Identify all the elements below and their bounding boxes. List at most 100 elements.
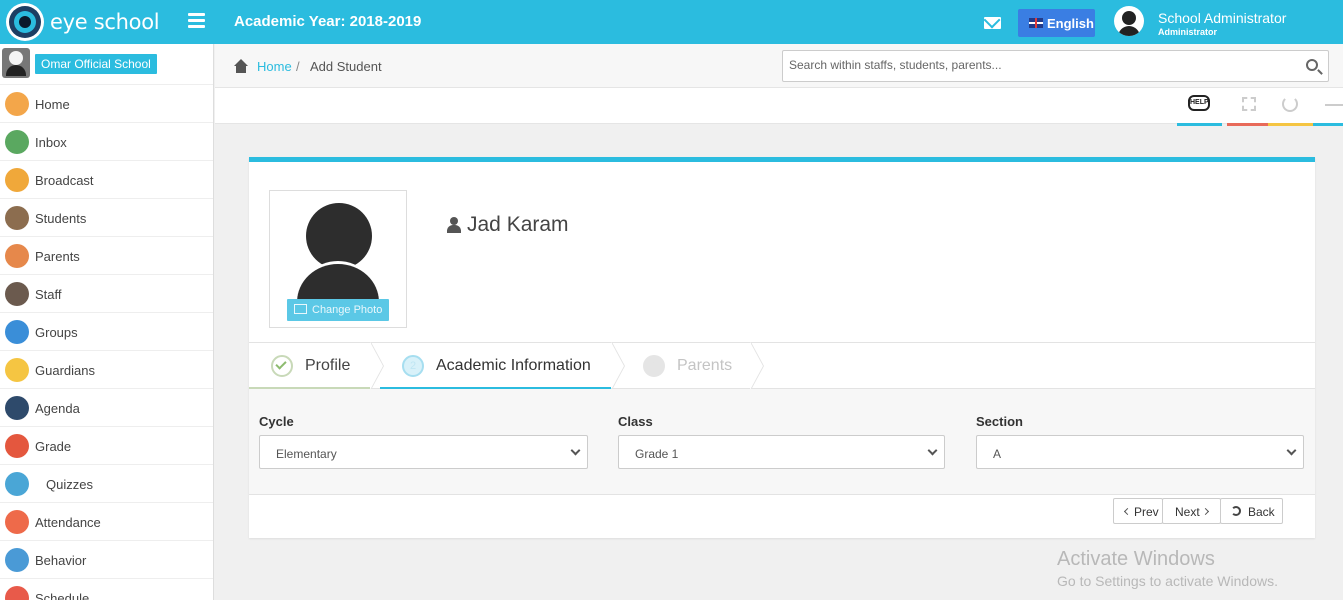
quizzes-icon: [5, 472, 29, 496]
attendance-icon: [5, 510, 29, 534]
eye-school-logo[interactable]: [6, 3, 44, 41]
chevron-down-icon: [1286, 445, 1297, 456]
change-photo-button[interactable]: Change Photo: [287, 299, 389, 321]
sidebar-item-behavior[interactable]: Behavior: [0, 541, 213, 579]
sidebar-item-guardians[interactable]: Guardians: [0, 351, 213, 389]
sidebar-item-staff[interactable]: Staff: [0, 275, 213, 313]
sidebar-item-groups[interactable]: Groups: [0, 313, 213, 351]
sidebar-item-label: Behavior: [35, 553, 87, 568]
sidebar-item-label: Students: [35, 211, 87, 226]
inbox-icon: [5, 130, 29, 154]
step-label: Parents: [677, 357, 733, 374]
fullscreen-button[interactable]: [1227, 88, 1272, 126]
chevron-down-icon: [927, 445, 938, 456]
logo-pupil: [19, 16, 31, 28]
sidebar-item-label: Staff: [35, 287, 62, 302]
breadcrumb: Home / Add Student: [215, 44, 1343, 88]
class-select[interactable]: Grade 1: [618, 435, 945, 469]
school-row: Omar Official School: [0, 44, 213, 85]
cycle-select[interactable]: Elementary: [259, 435, 588, 469]
behavior-icon: [5, 548, 29, 572]
wizard-steps: Profile 2 Academic Information 3 Parents: [249, 342, 1315, 390]
undo-icon: [1231, 506, 1241, 516]
school-name-badge[interactable]: Omar Official School: [35, 54, 157, 74]
class-value: Grade 1: [635, 447, 679, 461]
step-parents[interactable]: 3 Parents: [621, 343, 751, 388]
sidebar-item-inbox[interactable]: Inbox: [0, 123, 213, 161]
sidebar-item-label: Broadcast: [35, 173, 94, 188]
sidebar-item-schedule[interactable]: Schedule: [0, 579, 213, 600]
sidebar-item-label: Schedule: [35, 591, 90, 600]
user-avatar[interactable]: [1114, 6, 1144, 36]
search-input[interactable]: [789, 58, 1289, 72]
breadcrumb-current: Add Student: [310, 59, 382, 74]
change-photo-label: Change Photo: [312, 304, 383, 316]
sidebar-item-quizzes[interactable]: Quizzes: [0, 465, 213, 503]
menu-toggle-icon[interactable]: [188, 13, 205, 28]
academic-year: Academic Year: 2018-2019: [234, 13, 422, 30]
prev-button[interactable]: Prev: [1113, 498, 1163, 524]
sidebar-item-label: Home: [35, 97, 70, 112]
add-student-card: Change Photo Jad Karam Profile 2 Academi…: [249, 157, 1315, 538]
width-toggle-button[interactable]: [1313, 88, 1343, 126]
sidebar-item-label: Grade: [35, 439, 72, 454]
next-button[interactable]: Next: [1162, 498, 1221, 524]
sidebar-item-label: Inbox: [35, 135, 67, 150]
sidebar-item-parents[interactable]: Parents: [0, 237, 213, 275]
refresh-button[interactable]: [1268, 88, 1313, 126]
home-icon[interactable]: [233, 59, 249, 73]
chevron-left-icon: [1123, 507, 1132, 516]
guardians-icon: [5, 358, 29, 382]
arrows-horizontal-icon: [1325, 104, 1343, 106]
language-button[interactable]: English: [1018, 9, 1095, 37]
back-button[interactable]: Back: [1220, 498, 1283, 524]
breadcrumb-home-link[interactable]: Home: [257, 59, 292, 74]
chevron-down-icon: [570, 445, 581, 456]
sidebar-item-label: Groups: [35, 325, 78, 340]
sidebar-item-broadcast[interactable]: Broadcast: [0, 161, 213, 199]
sidebar-nav: Home Inbox Broadcast Students Parents Staff Gr…: [0, 85, 213, 600]
step-label: Profile: [305, 357, 351, 374]
agenda-icon: [5, 396, 29, 420]
search-box: [782, 50, 1329, 82]
search-icon[interactable]: [1306, 59, 1318, 71]
home-icon: [5, 92, 29, 116]
user-role: Administrator: [1158, 27, 1218, 37]
user-name[interactable]: School Administrator: [1158, 10, 1286, 26]
sidebar-item-attendance[interactable]: Attendance: [0, 503, 213, 541]
sidebar: Omar Official School Home Inbox Broadcast S…: [0, 44, 214, 600]
sidebar-item-home[interactable]: Home: [0, 85, 213, 123]
step-academic-information[interactable]: 2 Academic Information: [380, 343, 612, 389]
sidebar-item-grade[interactable]: Grade: [0, 427, 213, 465]
page-toolbar: HELP: [215, 88, 1343, 126]
expand-icon: [1242, 97, 1256, 111]
step-profile[interactable]: Profile: [249, 343, 371, 389]
academic-form: Cycle Elementary Class Grade 1 Section A: [249, 389, 1315, 495]
broadcast-icon: [5, 168, 29, 192]
fullscreen-underline: [1227, 123, 1272, 126]
chevron-right-icon: [1201, 507, 1210, 516]
uk-flag-icon: [1029, 18, 1043, 28]
help-icon: HELP: [1188, 95, 1210, 111]
school-logo: [2, 48, 30, 78]
section-label: Section: [976, 414, 1023, 429]
mail-icon[interactable]: [984, 17, 1001, 29]
brand-name: eye school: [50, 10, 160, 34]
sidebar-item-label: Attendance: [35, 515, 101, 530]
language-label: English: [1047, 16, 1094, 31]
width-underline: [1313, 123, 1343, 126]
staff-icon: [5, 282, 29, 306]
refresh-underline: [1268, 123, 1313, 126]
breadcrumb-separator: /: [296, 59, 300, 74]
sidebar-item-agenda[interactable]: Agenda: [0, 389, 213, 427]
sidebar-item-students[interactable]: Students: [0, 199, 213, 237]
cycle-value: Elementary: [276, 447, 337, 461]
cycle-label: Cycle: [259, 414, 294, 429]
step-separator-fill: [750, 342, 763, 390]
schedule-icon: [5, 586, 29, 600]
top-bar: eye school Academic Year: 2018-2019 Engl…: [0, 0, 1343, 44]
help-button[interactable]: HELP: [1177, 88, 1222, 126]
step-number-icon: 3: [643, 355, 665, 377]
help-underline: [1177, 123, 1222, 126]
section-select[interactable]: A: [976, 435, 1304, 469]
